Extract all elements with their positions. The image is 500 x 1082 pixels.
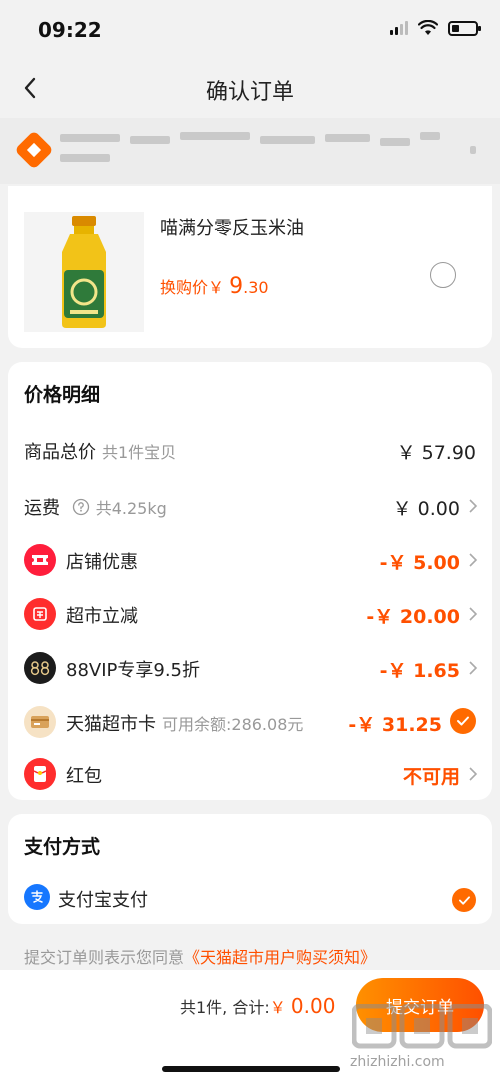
home-indicator bbox=[162, 1066, 340, 1072]
swap-price-label: 换购价￥ bbox=[160, 278, 225, 297]
status-time: 09:22 bbox=[38, 18, 102, 42]
vip-88-icon bbox=[24, 652, 56, 684]
alipay-selected-checkbox[interactable] bbox=[452, 888, 476, 912]
product-image[interactable] bbox=[24, 212, 144, 332]
price-detail-card: 价格明细 商品总价 共1件宝贝 ￥ 57.90 运费 共4.25kg ￥ 0.00… bbox=[8, 362, 492, 800]
row-label: 88VIP专享9.5折 bbox=[66, 660, 201, 681]
market-reduction-icon bbox=[24, 598, 56, 630]
help-circle-icon[interactable] bbox=[72, 498, 90, 516]
red-packet-icon bbox=[24, 758, 56, 790]
oil-bottle-icon bbox=[62, 216, 106, 328]
row-sub: 可用余额:286.08元 bbox=[162, 715, 304, 734]
watermark-logo bbox=[352, 1004, 492, 1049]
chevron-right-icon bbox=[469, 767, 478, 781]
market-reduction-value: -￥ 20.00 bbox=[366, 606, 460, 628]
payment-card: 支付方式 支付宝支付 bbox=[8, 814, 492, 924]
agreement-link[interactable]: 《天猫超市用户购买须知》 bbox=[184, 948, 376, 967]
row-red-packet[interactable]: 红包 不可用 bbox=[8, 752, 492, 796]
shipping-value: ￥ 0.00 bbox=[392, 498, 460, 520]
chevron-right-icon bbox=[469, 499, 478, 513]
address-bar[interactable] bbox=[0, 118, 500, 184]
chevron-right-icon bbox=[469, 607, 478, 621]
battery-icon bbox=[448, 20, 481, 36]
row-label: 红包 bbox=[66, 766, 102, 787]
swap-price: 换购价￥ 9.30 bbox=[160, 274, 269, 299]
location-icon bbox=[16, 132, 52, 168]
wifi-icon bbox=[418, 20, 438, 35]
watermark-text: zhizhizhi.com bbox=[350, 1054, 445, 1070]
navigation-bar: 确认订单 bbox=[0, 60, 500, 116]
row-label: 超市立减 bbox=[66, 606, 138, 627]
total-currency: ￥ bbox=[269, 998, 286, 1017]
product-name: 喵满分零反玉米油 bbox=[160, 218, 304, 239]
price-detail-title: 价格明细 bbox=[24, 384, 101, 406]
product-select-radio[interactable] bbox=[430, 262, 456, 288]
order-total: 共1件, 合计:￥ 0.00 bbox=[180, 994, 335, 1018]
agreement-text: 提交订单则表示您同意《天猫超市用户购买须知》 bbox=[24, 944, 376, 968]
tmall-card-checkbox[interactable] bbox=[450, 708, 476, 734]
total-label: 合计: bbox=[232, 998, 270, 1017]
row-goods-total: 商品总价 共1件宝贝 ￥ 57.90 bbox=[8, 428, 492, 472]
coupon-icon bbox=[24, 544, 56, 576]
address-text-blurred bbox=[60, 132, 480, 172]
payment-option-alipay[interactable]: 支付宝支付 bbox=[8, 876, 492, 920]
swap-price-decimal: .30 bbox=[243, 278, 269, 297]
chevron-right-icon bbox=[469, 661, 478, 675]
chevron-right-icon bbox=[469, 553, 478, 567]
card-icon bbox=[24, 706, 56, 738]
check-icon bbox=[458, 895, 470, 905]
goods-total-value: ￥ 57.90 bbox=[396, 442, 476, 464]
cellular-signal-icon bbox=[390, 21, 408, 35]
row-tmall-card[interactable]: 天猫超市卡 可用余额:286.08元 -￥ 31.25 bbox=[8, 700, 492, 744]
row-shipping[interactable]: 运费 共4.25kg ￥ 0.00 bbox=[8, 484, 492, 528]
red-packet-value: 不可用 bbox=[402, 766, 460, 788]
row-market-reduction[interactable]: 超市立减 -￥ 20.00 bbox=[8, 592, 492, 636]
status-bar: 09:22 bbox=[0, 0, 500, 60]
alipay-icon bbox=[24, 884, 50, 910]
total-amount: 0.00 bbox=[290, 994, 336, 1018]
row-label: 天猫超市卡 bbox=[66, 714, 156, 735]
row-label: 店铺优惠 bbox=[66, 552, 138, 573]
tmall-card-value: -￥ 31.25 bbox=[348, 714, 442, 736]
swap-price-integer: 9 bbox=[229, 274, 244, 299]
agreement-prefix: 提交订单则表示您同意 bbox=[24, 948, 185, 967]
row-store-discount[interactable]: 店铺优惠 -￥ 5.00 bbox=[8, 538, 492, 582]
page-title: 确认订单 bbox=[205, 80, 294, 105]
row-sub: 共4.25kg bbox=[95, 499, 167, 518]
row-label: 运费 bbox=[24, 498, 60, 519]
payment-method-label: 支付宝支付 bbox=[58, 890, 148, 911]
store-discount-value: -￥ 5.00 bbox=[379, 552, 460, 574]
check-icon bbox=[457, 716, 469, 726]
row-88vip[interactable]: 88VIP专享9.5折 -￥ 1.65 bbox=[8, 646, 492, 690]
product-card: 喵满分零反玉米油 换购价￥ 9.30 bbox=[8, 186, 492, 348]
row-label: 商品总价 bbox=[24, 442, 96, 463]
vip-discount-value: -￥ 1.65 bbox=[379, 660, 460, 682]
row-sub: 共1件宝贝 bbox=[102, 443, 177, 462]
payment-title: 支付方式 bbox=[24, 836, 101, 858]
status-icons bbox=[390, 20, 481, 36]
item-count: 共1件, bbox=[180, 998, 228, 1017]
